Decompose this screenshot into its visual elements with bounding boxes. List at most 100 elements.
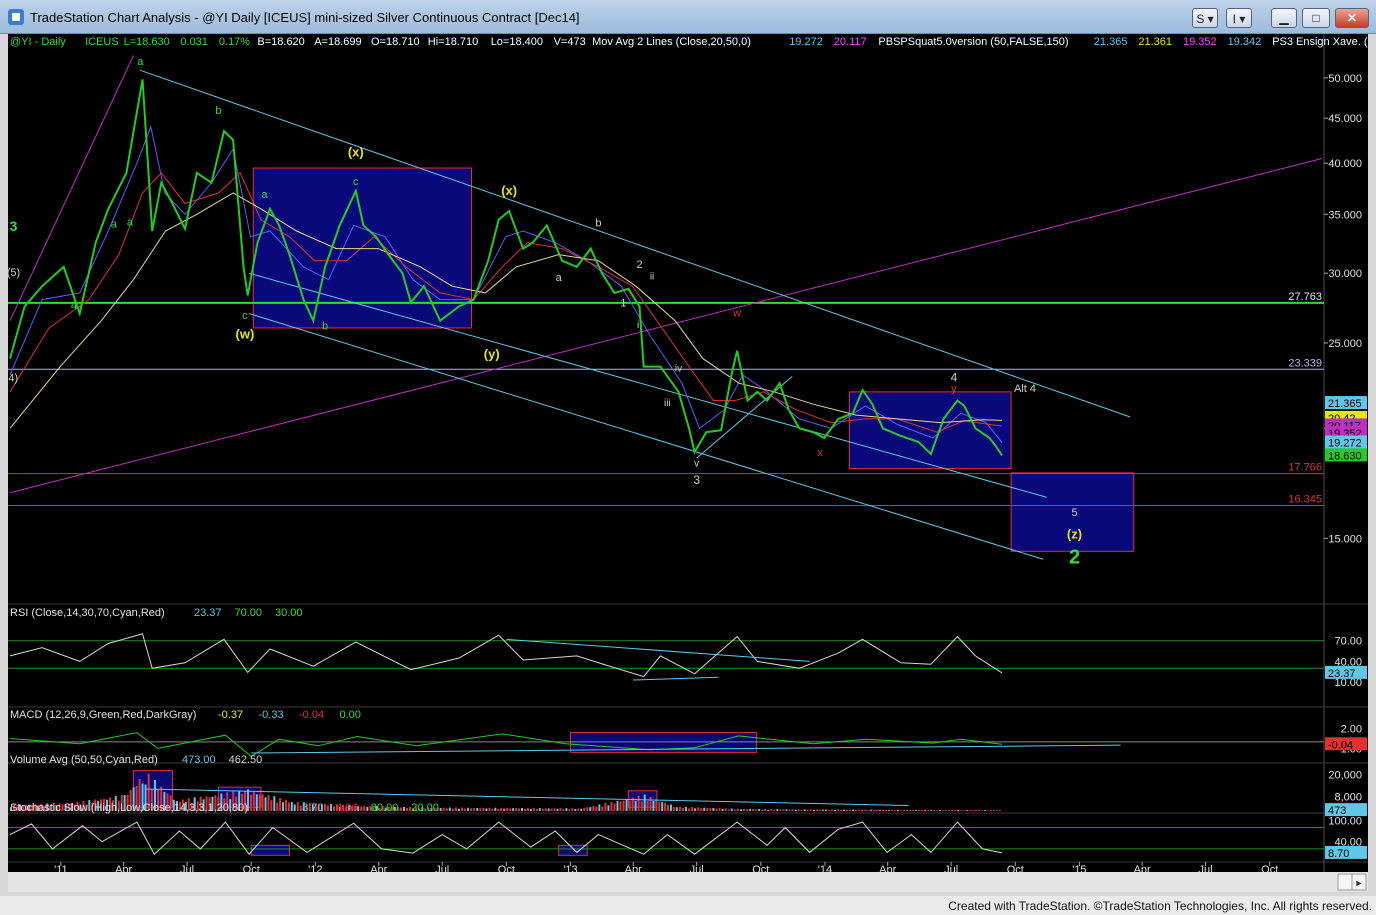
chart-canvas[interactable]: 15.00020.00025.00030.00035.00040.00045.0… xyxy=(8,34,1368,892)
volume-bar xyxy=(852,809,855,811)
volume-bar xyxy=(589,807,592,811)
volume-bar xyxy=(770,809,773,811)
volume-bar xyxy=(712,807,715,811)
volume-bar xyxy=(448,807,451,811)
wave-label: x xyxy=(817,447,823,459)
wave-label: (z) xyxy=(1067,526,1082,541)
stochastic-tick-label: 100.00 xyxy=(1328,815,1362,827)
macd-tick-label: 2.00 xyxy=(1341,724,1362,736)
volume-bar xyxy=(858,809,861,811)
volume-bar xyxy=(360,806,363,811)
volume-bar xyxy=(752,809,755,811)
scroll-thumb xyxy=(1337,873,1353,891)
wave-label: c xyxy=(353,176,359,188)
price-header-item: 0.17% xyxy=(219,36,250,48)
volume-bar xyxy=(978,810,981,811)
price-header-item: 19.342 xyxy=(1228,36,1262,48)
last-value-tag-text: 18.630 xyxy=(1328,450,1362,462)
volume-bar xyxy=(788,809,791,811)
level-label: 16.345 xyxy=(1288,493,1322,505)
i-button-label: I xyxy=(1232,12,1236,26)
volume-bar xyxy=(815,809,818,811)
volume-bar xyxy=(718,808,721,811)
volume-bar xyxy=(709,808,712,811)
close-icon: ✕ xyxy=(1346,11,1358,25)
close-button[interactable]: ✕ xyxy=(1335,8,1369,28)
volume-bar xyxy=(900,810,903,811)
volume-bar xyxy=(885,809,888,811)
volume-bar xyxy=(454,807,457,811)
volume-bar xyxy=(779,809,782,811)
volume-bar xyxy=(758,809,761,811)
s-dropdown-button[interactable]: S ▾ xyxy=(1192,8,1218,28)
price-header-item: L=18.630 xyxy=(124,36,170,48)
volume-bar xyxy=(559,808,562,811)
volume-bar xyxy=(882,809,885,811)
price-header-item: 21.361 xyxy=(1138,36,1172,48)
price-header-item: PS3 Ensign Xave. (Close,89) xyxy=(1272,36,1368,48)
volume-bar xyxy=(515,808,518,811)
volume-bar xyxy=(809,809,812,811)
volume-bar xyxy=(296,802,299,811)
volume-bar xyxy=(658,801,661,811)
stochastic-header-value: 4.96 xyxy=(336,802,357,814)
volume-bar xyxy=(921,810,924,811)
scroll-right-icon: ► xyxy=(1355,878,1364,888)
volume-bar xyxy=(451,808,454,811)
wave-label: (x) xyxy=(348,145,364,160)
i-dropdown-button[interactable]: I ▾ xyxy=(1226,8,1252,28)
volume-bar xyxy=(745,809,748,811)
volume-bar xyxy=(845,809,848,811)
volume-bar xyxy=(293,804,296,811)
volume-bar xyxy=(535,808,538,811)
minimize-button[interactable]: ▁ xyxy=(1271,8,1297,28)
volume-bar xyxy=(270,800,273,811)
volume-bar xyxy=(273,796,276,811)
wave-label: 3 xyxy=(693,473,700,487)
maximize-button[interactable]: □ xyxy=(1302,8,1330,28)
volume-bar xyxy=(287,802,290,811)
volume-bar xyxy=(616,801,619,811)
volume-bar xyxy=(797,809,800,811)
volume-bar xyxy=(849,809,852,811)
volume-bar xyxy=(267,795,270,811)
volume-tick-label: 8,000 xyxy=(1334,791,1362,803)
volume-bar xyxy=(873,810,876,811)
volume-bar xyxy=(643,794,646,811)
volume-bar xyxy=(721,809,724,811)
volume-bar xyxy=(954,810,957,811)
volume-bar xyxy=(764,809,767,811)
volume-bar xyxy=(500,807,503,811)
volume-bar xyxy=(464,808,467,811)
volume-bar xyxy=(697,807,700,811)
volume-bar xyxy=(518,808,521,811)
volume-bar xyxy=(655,799,658,811)
volume-bar xyxy=(333,806,336,811)
wave-label: 2 xyxy=(1069,546,1080,568)
wave-label: a xyxy=(127,216,134,228)
volume-bar xyxy=(470,808,473,811)
volume-bar xyxy=(678,806,681,811)
volume-bar xyxy=(664,802,667,811)
stochastic-box xyxy=(250,844,291,856)
volume-bar xyxy=(323,804,326,811)
macd-line xyxy=(9,732,1003,758)
price-header-item: O=18.710 xyxy=(371,36,420,48)
volume-bar xyxy=(812,809,815,811)
volume-bar xyxy=(503,808,506,811)
volume-bar xyxy=(473,808,476,811)
volume-bar xyxy=(568,809,571,811)
volume-bar xyxy=(442,807,445,811)
window-title: TradeStation Chart Analysis - @YI Daily … xyxy=(30,10,580,25)
rsi-tick-label: 70.00 xyxy=(1334,636,1362,648)
chart-area[interactable]: 15.00020.00025.00030.00035.00040.00045.0… xyxy=(8,34,1368,892)
wave-label: y xyxy=(951,383,957,395)
volume-bar xyxy=(821,809,824,811)
volume-bar xyxy=(497,808,500,811)
wave-label: a xyxy=(111,219,118,231)
wave-label: (5) xyxy=(8,267,20,279)
price-header-item: 19.272 xyxy=(789,36,823,48)
volume-bar xyxy=(282,802,285,811)
volume-bar xyxy=(261,794,264,811)
volume-bar xyxy=(284,799,287,811)
